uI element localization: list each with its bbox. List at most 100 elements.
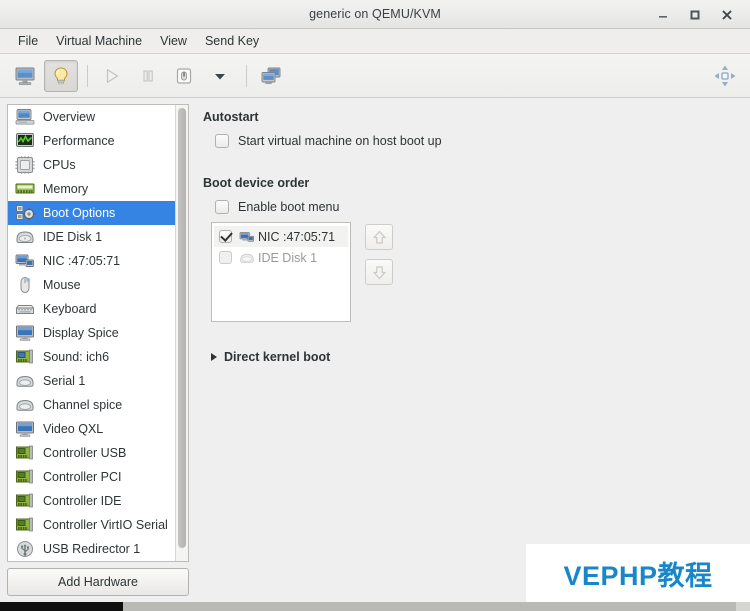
sidebar-item-display-spice[interactable]: Display Spice	[8, 321, 175, 345]
controller-card-icon	[14, 515, 36, 535]
sidebar-item-sound[interactable]: Sound: ich6	[8, 345, 175, 369]
close-button[interactable]	[718, 6, 736, 24]
sidebar-item-label: CPUs	[43, 158, 76, 172]
snapshots-button[interactable]	[254, 60, 288, 92]
boot-device-label: IDE Disk 1	[258, 250, 318, 265]
shutdown-icon	[176, 67, 192, 84]
sidebar-item-channel-spice[interactable]: Channel spice	[8, 393, 175, 417]
direct-kernel-boot-expander[interactable]: Direct kernel boot	[203, 350, 736, 364]
sidebar-scrollbar-thumb[interactable]	[178, 108, 186, 548]
boot-device-row-ide-disk-1[interactable]: IDE Disk 1	[214, 247, 348, 268]
sidebar-item-serial-1[interactable]: Serial 1	[8, 369, 175, 393]
sidebar-scrollbar[interactable]	[175, 105, 188, 561]
autostart-title: Autostart	[203, 110, 259, 124]
sidebar-item-label: Overview	[43, 110, 96, 124]
toolbar	[0, 54, 750, 98]
horizontal-scrollbar[interactable]	[0, 602, 750, 611]
autostart-checkbox-label: Start virtual machine on host boot up	[238, 134, 442, 148]
sidebar-column: Overview Performance CPUs Memory Boot Op…	[0, 98, 195, 602]
display-icon	[14, 323, 36, 343]
harddisk-icon	[238, 250, 255, 266]
sidebar-item-label: Keyboard	[43, 302, 97, 316]
hardware-list: Overview Performance CPUs Memory Boot Op…	[8, 105, 175, 561]
autostart-checkbox-row[interactable]: Start virtual machine on host boot up	[203, 134, 736, 148]
sidebar-item-memory[interactable]: Memory	[8, 177, 175, 201]
sidebar-item-keyboard[interactable]: Keyboard	[8, 297, 175, 321]
controller-card-icon	[14, 443, 36, 463]
enable-boot-menu-label: Enable boot menu	[238, 200, 340, 214]
sidebar-item-label: Controller PCI	[43, 470, 122, 484]
controller-card-icon	[14, 491, 36, 511]
shutdown-menu-button[interactable]	[203, 60, 237, 92]
video-icon	[14, 419, 36, 439]
run-button[interactable]	[95, 60, 129, 92]
enable-boot-menu-checkbox[interactable]	[215, 200, 229, 214]
boot-gear-icon	[14, 203, 36, 223]
menu-file[interactable]: File	[9, 32, 47, 50]
sidebar-item-cpus[interactable]: CPUs	[8, 153, 175, 177]
boot-device-row-nic[interactable]: NIC :47:05:71	[214, 226, 348, 247]
cpu-chip-icon	[14, 155, 36, 175]
sidebar-item-label: Display Spice	[43, 326, 119, 340]
window-title: generic on QEMU/KVM	[309, 7, 441, 21]
add-hardware-button[interactable]: Add Hardware	[7, 568, 189, 596]
sidebar-item-controller-ide[interactable]: Controller IDE	[8, 489, 175, 513]
sidebar-item-label: Boot Options	[43, 206, 116, 220]
monitor-icon	[15, 67, 35, 85]
fullscreen-button[interactable]	[710, 61, 740, 91]
boot-order-arrows	[365, 222, 393, 285]
channel-icon	[14, 395, 36, 415]
sidebar-item-label: Memory	[43, 182, 89, 196]
sidebar-item-video-qxl[interactable]: Video QXL	[8, 417, 175, 441]
computer-icon	[14, 107, 36, 127]
horizontal-scrollbar-cap	[736, 602, 750, 611]
sidebar-item-mouse[interactable]: Mouse	[8, 273, 175, 297]
network-icon	[238, 229, 255, 245]
menu-virtual-machine[interactable]: Virtual Machine	[47, 32, 151, 50]
boot-device-list[interactable]: NIC :47:05:71 IDE Disk 1	[211, 222, 351, 322]
sidebar-item-controller-pci[interactable]: Controller PCI	[8, 465, 175, 489]
sidebar-item-nic[interactable]: NIC :47:05:71	[8, 249, 175, 273]
keyboard-icon	[14, 299, 36, 319]
sidebar-item-label: Mouse	[43, 278, 81, 292]
memory-stick-icon	[14, 179, 36, 199]
shutdown-button[interactable]	[167, 60, 201, 92]
menu-send-key[interactable]: Send Key	[196, 32, 268, 50]
window-titlebar: generic on QEMU/KVM	[0, 0, 750, 29]
toolbar-separator-1	[87, 64, 88, 87]
menu-view[interactable]: View	[151, 32, 196, 50]
sidebar-item-label: Video QXL	[43, 422, 104, 436]
sidebar-item-overview[interactable]: Overview	[8, 105, 175, 129]
sidebar-item-ide-disk-1[interactable]: IDE Disk 1	[8, 225, 175, 249]
move-up-button[interactable]	[365, 224, 393, 250]
show-console-button[interactable]	[8, 60, 42, 92]
sidebar-item-boot-options[interactable]: Boot Options	[8, 201, 175, 225]
autostart-checkbox[interactable]	[215, 134, 229, 148]
boot-device-checkbox[interactable]	[219, 251, 232, 264]
sidebar-item-controller-usb[interactable]: Controller USB	[8, 441, 175, 465]
sidebar-item-performance[interactable]: Performance	[8, 129, 175, 153]
pause-button[interactable]	[131, 60, 165, 92]
sidebar-item-label: Performance	[43, 134, 115, 148]
minimize-icon	[659, 15, 667, 18]
arrow-down-icon	[372, 265, 386, 279]
sidebar-item-label: Channel spice	[43, 398, 123, 412]
move-down-button[interactable]	[365, 259, 393, 285]
window-controls	[654, 0, 744, 29]
sound-card-icon	[14, 347, 36, 367]
enable-boot-menu-row[interactable]: Enable boot menu	[203, 200, 736, 214]
watermark-text: VEPHP教程	[563, 560, 713, 591]
show-details-button[interactable]	[44, 59, 78, 92]
horizontal-scrollbar-thumb[interactable]	[0, 602, 123, 611]
sidebar-item-usb-redirector-1[interactable]: USB Redirector 1	[8, 537, 175, 561]
watermark-overlay: VEPHP教程	[526, 544, 750, 602]
maximize-button[interactable]	[686, 6, 704, 24]
controller-card-icon	[14, 467, 36, 487]
sidebar-item-controller-virtio-serial[interactable]: Controller VirtIO Serial	[8, 513, 175, 537]
chevron-right-icon	[211, 353, 217, 361]
graph-icon	[14, 131, 36, 151]
minimize-button[interactable]	[654, 6, 672, 24]
boot-device-checkbox[interactable]	[219, 230, 232, 243]
serial-port-icon	[14, 371, 36, 391]
